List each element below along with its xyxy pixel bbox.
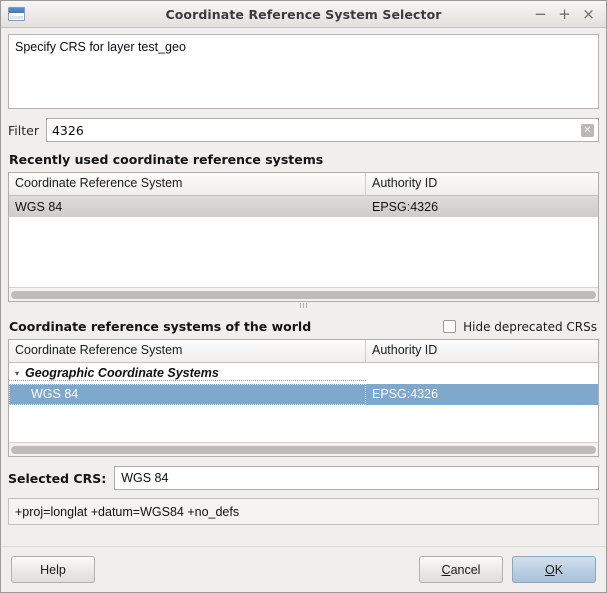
description-text: Specify CRS for layer test_geo (15, 40, 186, 54)
tree-group-row[interactable]: ▾ Geographic Coordinate Systems (9, 363, 598, 384)
tree-item-crs: WGS 84 (9, 384, 366, 405)
selected-crs-label: Selected CRS: (8, 470, 107, 486)
description-box: Specify CRS for layer test_geo (8, 34, 599, 109)
table-row[interactable]: WGS 84 EPSG:4326 (9, 196, 598, 217)
proj-string-value: +proj=longlat +datum=WGS84 +no_defs (15, 504, 240, 519)
splitter-handle[interactable] (8, 302, 599, 309)
proj-string-field: +proj=longlat +datum=WGS84 +no_defs (8, 498, 599, 525)
title-bar[interactable]: Coordinate Reference System Selector − +… (1, 1, 606, 28)
selected-crs-field[interactable]: WGS 84 (114, 466, 599, 490)
tree-group-label: Geographic Coordinate Systems (25, 366, 219, 380)
splitter-grip-dot (300, 303, 301, 308)
filter-row: Filter ✕ (8, 118, 599, 142)
minimize-icon[interactable]: − (533, 6, 548, 22)
window-title: Coordinate Reference System Selector (165, 6, 442, 22)
clear-text-icon[interactable]: ✕ (581, 123, 594, 137)
world-scrollbar-thumb[interactable] (11, 445, 596, 454)
chevron-down-icon[interactable]: ▾ (9, 369, 25, 378)
ok-button-label: OK (544, 562, 564, 577)
cancel-button-label: Cancel (441, 562, 481, 577)
world-table-header: Coordinate Reference System Authority ID (9, 340, 598, 363)
tree-item-authority: EPSG:4326 (372, 387, 439, 401)
maximize-icon[interactable]: + (557, 6, 572, 22)
ok-button[interactable]: OK (512, 556, 596, 583)
world-tree-rows: ▾ Geographic Coordinate Systems WGS 84 E… (9, 363, 598, 442)
selected-crs-row: Selected CRS: WGS 84 (8, 466, 599, 490)
table-row[interactable]: WGS 84 EPSG:4326 (9, 384, 598, 405)
recent-crs-table[interactable]: Coordinate Reference System Authority ID… (8, 172, 599, 302)
filter-field[interactable]: ✕ (45, 118, 599, 142)
world-heading: Coordinate reference systems of the worl… (9, 319, 312, 334)
recent-header-crs[interactable]: Coordinate Reference System (9, 173, 366, 195)
filter-input[interactable] (51, 121, 581, 139)
help-button-label: Help (40, 562, 66, 577)
splitter-grip-dot (303, 303, 304, 308)
world-heading-row: Coordinate reference systems of the worl… (9, 319, 599, 334)
recent-table-header: Coordinate Reference System Authority ID (9, 173, 598, 196)
recent-row-authority: EPSG:4326 (372, 199, 439, 214)
recent-horizontal-scrollbar[interactable] (9, 287, 598, 301)
filter-label: Filter (8, 122, 39, 138)
window-icon (8, 7, 25, 21)
recent-row-crs: WGS 84 (15, 199, 63, 214)
world-horizontal-scrollbar[interactable] (9, 442, 598, 456)
dialog-body: Specify CRS for layer test_geo Filter ✕ … (1, 28, 606, 546)
crs-selector-dialog: Coordinate Reference System Selector − +… (0, 0, 607, 593)
recent-heading: Recently used coordinate reference syste… (9, 152, 324, 167)
tree-group-cell: ▾ Geographic Coordinate Systems (9, 366, 366, 381)
selected-crs-value: WGS 84 (121, 471, 169, 485)
world-crs-tree[interactable]: Coordinate Reference System Authority ID… (8, 339, 599, 457)
splitter-grip-dot (306, 303, 307, 308)
hide-deprecated-label: Hide deprecated CRSs (463, 319, 597, 334)
recent-header-authority[interactable]: Authority ID (366, 173, 598, 195)
world-header-crs[interactable]: Coordinate Reference System (9, 340, 366, 362)
window-controls: − + × (533, 6, 600, 22)
button-bar: Help Cancel OK (1, 546, 606, 592)
recent-table-rows: WGS 84 EPSG:4326 (9, 196, 598, 287)
hide-deprecated-checkbox[interactable]: Hide deprecated CRSs (443, 320, 599, 334)
cancel-button[interactable]: Cancel (419, 556, 503, 583)
world-header-authority[interactable]: Authority ID (366, 340, 598, 362)
dialog-action-buttons: Cancel OK (419, 556, 596, 583)
checkbox-box[interactable] (443, 320, 457, 333)
help-button[interactable]: Help (11, 556, 95, 583)
recent-scrollbar-thumb[interactable] (11, 290, 596, 299)
close-icon[interactable]: × (581, 6, 596, 22)
